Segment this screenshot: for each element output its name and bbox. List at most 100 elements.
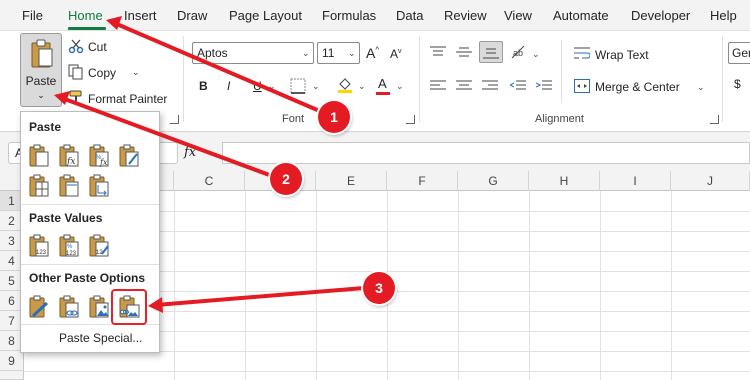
column-header-i[interactable]: I bbox=[600, 171, 671, 191]
menu-separator bbox=[21, 264, 159, 265]
paste-button[interactable]: Paste ⌄ bbox=[20, 33, 62, 107]
wrap-text-button[interactable]: Wrap Text bbox=[595, 48, 649, 62]
row-header-9[interactable]: 9 bbox=[0, 351, 24, 371]
paste-icon[interactable] bbox=[27, 144, 51, 168]
orientation-dropdown-icon[interactable]: ⌄ bbox=[532, 49, 540, 60]
column-header-h[interactable]: H bbox=[529, 171, 600, 191]
chevron-down-icon[interactable]: ⌄ bbox=[21, 90, 61, 101]
align-bottom-button[interactable] bbox=[479, 41, 503, 63]
group-separator bbox=[561, 40, 562, 102]
column-header-c[interactable]: C bbox=[174, 171, 245, 191]
align-right-icon[interactable] bbox=[482, 80, 498, 92]
menu-page-layout[interactable]: Page Layout bbox=[229, 8, 302, 23]
paste-values-icon[interactable]: 123 bbox=[27, 234, 51, 258]
fx-icon[interactable]: fx bbox=[184, 145, 196, 160]
align-center-icon[interactable] bbox=[456, 80, 472, 92]
values-source-formatting-icon[interactable]: 12 bbox=[87, 234, 111, 258]
menu-data[interactable]: Data bbox=[396, 8, 423, 23]
paste-formulas-number-format-icon[interactable]: %fx bbox=[87, 144, 111, 168]
fill-color-dropdown-icon[interactable]: ⌄ bbox=[358, 81, 366, 92]
paste-link-icon[interactable] bbox=[57, 295, 81, 319]
svg-text:fx: fx bbox=[66, 157, 75, 167]
paste-section-heading: Paste bbox=[29, 120, 62, 134]
group-separator bbox=[183, 36, 184, 122]
svg-text:123: 123 bbox=[36, 250, 47, 256]
align-left-icon[interactable] bbox=[430, 80, 446, 92]
clipboard-icon bbox=[31, 39, 53, 68]
menu-review[interactable]: Review bbox=[444, 8, 487, 23]
orientation-icon[interactable]: ab bbox=[510, 44, 528, 60]
group-separator bbox=[722, 36, 723, 122]
values-number-formatting-icon[interactable]: %123 bbox=[57, 234, 81, 258]
cut-button[interactable]: Cut bbox=[88, 40, 107, 54]
wrap-text-icon bbox=[574, 47, 590, 59]
format-painter-button[interactable]: Format Painter bbox=[88, 92, 167, 106]
align-top-icon[interactable] bbox=[430, 46, 446, 58]
merge-center-icon bbox=[574, 79, 590, 93]
underline-icon[interactable]: U bbox=[253, 79, 262, 93]
callout-badge-2: 2 bbox=[270, 163, 302, 195]
menu-file[interactable]: File bbox=[22, 8, 43, 23]
menu-formulas[interactable]: Formulas bbox=[322, 8, 376, 23]
merge-center-dropdown-icon[interactable]: ⌄ bbox=[697, 82, 705, 93]
menu-help[interactable]: Help bbox=[710, 8, 737, 23]
formatting-icon[interactable] bbox=[27, 295, 51, 319]
align-bottom-icon bbox=[483, 48, 499, 59]
column-header-j[interactable]: J bbox=[671, 171, 750, 191]
svg-text:ab: ab bbox=[513, 48, 523, 58]
decrease-indent-icon[interactable] bbox=[510, 80, 526, 92]
menu-developer[interactable]: Developer bbox=[631, 8, 690, 23]
row-header-10[interactable] bbox=[0, 371, 24, 380]
copy-dropdown-icon[interactable]: ⌄ bbox=[132, 67, 140, 78]
picture-icon[interactable] bbox=[87, 295, 111, 319]
paste-label: Paste bbox=[25, 74, 57, 88]
linked-picture-highlight bbox=[111, 289, 147, 325]
borders-dropdown-icon[interactable]: ⌄ bbox=[312, 81, 320, 92]
formula-input[interactable] bbox=[222, 142, 750, 164]
italic-icon[interactable]: I bbox=[227, 79, 230, 93]
menu-view[interactable]: View bbox=[504, 8, 532, 23]
no-borders-icon[interactable] bbox=[27, 174, 51, 198]
underline-dropdown-icon[interactable]: ⌄ bbox=[268, 81, 276, 92]
menu-bar: File Home Insert Draw Page Layout Formul… bbox=[0, 0, 750, 30]
transpose-icon[interactable] bbox=[87, 174, 111, 198]
menu-automate[interactable]: Automate bbox=[553, 8, 609, 23]
fill-color-icon[interactable] bbox=[336, 76, 354, 94]
paste-special-menu-item[interactable]: Paste Special... bbox=[59, 331, 142, 345]
paste-values-section-heading: Paste Values bbox=[29, 211, 103, 225]
bold-icon[interactable]: B bbox=[199, 79, 208, 93]
font-color-swatch bbox=[376, 92, 390, 95]
font-name-dropdown-icon[interactable]: ⌄ bbox=[302, 48, 310, 59]
keep-column-widths-icon[interactable] bbox=[57, 174, 81, 198]
svg-text:123: 123 bbox=[66, 251, 77, 257]
font-launcher-icon[interactable] bbox=[406, 115, 415, 124]
borders-icon[interactable] bbox=[290, 78, 306, 94]
clipboard-launcher-icon[interactable] bbox=[170, 115, 179, 124]
paste-formulas-icon[interactable]: fx bbox=[57, 144, 81, 168]
merge-center-button[interactable]: Merge & Center bbox=[595, 80, 680, 94]
callout-badge-3: 3 bbox=[363, 272, 395, 304]
column-header-e[interactable]: E bbox=[316, 171, 387, 191]
accounting-format-icon[interactable]: $ bbox=[734, 77, 741, 91]
menu-home[interactable]: Home bbox=[68, 8, 103, 23]
font-name-input[interactable]: Aptos bbox=[192, 42, 314, 64]
keep-source-formatting-icon[interactable] bbox=[117, 144, 141, 168]
increase-indent-icon[interactable] bbox=[536, 80, 552, 92]
align-middle-icon[interactable] bbox=[456, 46, 472, 58]
svg-text:%: % bbox=[67, 244, 73, 250]
menu-draw[interactable]: Draw bbox=[177, 8, 207, 23]
font-size-dropdown-icon[interactable]: ⌄ bbox=[348, 48, 356, 59]
increase-font-icon[interactable]: A^ bbox=[366, 45, 379, 61]
decrease-font-icon[interactable]: Av bbox=[390, 47, 402, 61]
font-color-icon[interactable]: A bbox=[378, 76, 387, 91]
other-paste-options-heading: Other Paste Options bbox=[29, 271, 146, 285]
menu-insert[interactable]: Insert bbox=[124, 8, 157, 23]
font-color-dropdown-icon[interactable]: ⌄ bbox=[396, 81, 404, 92]
column-header-g[interactable]: G bbox=[458, 171, 529, 191]
column-header-f[interactable]: F bbox=[387, 171, 458, 191]
alignment-launcher-icon[interactable] bbox=[710, 115, 719, 124]
number-format-input[interactable]: Ger bbox=[728, 42, 750, 64]
copy-button[interactable]: Copy bbox=[88, 66, 116, 80]
grid-line bbox=[24, 371, 750, 372]
group-separator bbox=[419, 36, 420, 122]
